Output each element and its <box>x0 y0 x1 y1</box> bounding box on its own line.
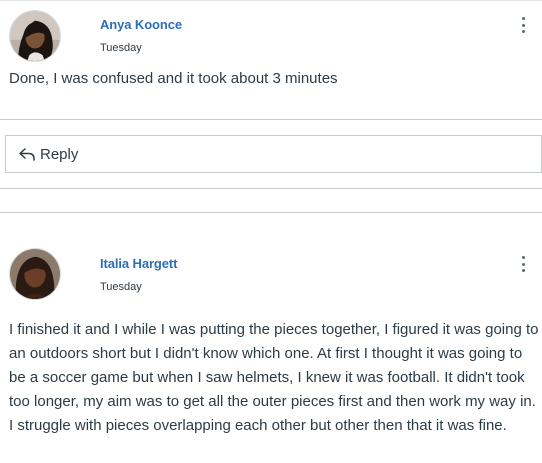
post-date: Tuesday <box>100 281 142 293</box>
author-name-link[interactable]: Anya Koonce <box>100 17 182 32</box>
kebab-menu-icon[interactable] <box>516 15 530 35</box>
kebab-menu-icon[interactable] <box>516 254 530 274</box>
avatar[interactable] <box>9 10 61 62</box>
divider <box>0 119 542 120</box>
post-message: I finished it and I while I was putting … <box>9 321 539 434</box>
divider <box>0 212 542 213</box>
author-name-link[interactable]: Italia Hargett <box>100 256 177 271</box>
avatar[interactable] <box>9 248 61 300</box>
divider <box>0 188 542 189</box>
discussion-thread: Anya Koonce Tuesday Done, I was confused… <box>0 0 542 463</box>
post-date: Tuesday <box>100 42 142 54</box>
top-border <box>0 0 542 1</box>
avatar-photo-icon <box>10 11 60 61</box>
reply-button[interactable]: Reply <box>5 135 542 173</box>
post-message: Done, I was confused and it took about 3… <box>9 70 338 87</box>
reply-arrow-icon <box>19 148 35 161</box>
avatar-photo-icon <box>10 249 60 299</box>
reply-label: Reply <box>40 145 79 163</box>
